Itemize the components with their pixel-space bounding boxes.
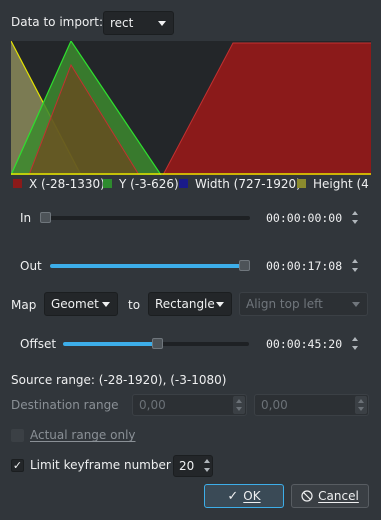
in-timecode[interactable]: 00:00:00:00 <box>266 211 342 225</box>
limit-keyframe-label[interactable]: Limit keyframe number <box>30 458 171 472</box>
legend-x: X (-28-1330) <box>29 177 105 191</box>
import-combo-value: rect <box>110 16 134 30</box>
out-slider-fill <box>50 264 248 268</box>
offset-slider-fill <box>63 342 156 346</box>
cancel-circle-icon <box>301 490 313 502</box>
legend-width: Width (727-1920) <box>195 177 301 191</box>
spin-arrows-icon[interactable] <box>203 457 211 475</box>
legend-swatch-width <box>179 179 188 188</box>
cancel-label: Cancel <box>318 489 359 503</box>
align-combo[interactable]: Align top left <box>239 292 368 316</box>
in-slider[interactable] <box>42 216 250 220</box>
chevron-down-icon <box>352 302 360 307</box>
destination-min-field[interactable]: 0,00 <box>132 394 247 416</box>
import-combo[interactable]: rect <box>103 11 174 35</box>
check-icon: ✓ <box>227 488 239 504</box>
legend-swatch-height <box>297 179 306 188</box>
map-label: Map <box>11 298 37 312</box>
import-label: Data to import: <box>11 15 103 29</box>
out-spin-arrows[interactable] <box>351 257 359 275</box>
keyframe-chart <box>11 41 371 175</box>
legend-y: Y (-3-626) <box>119 177 179 191</box>
chevron-down-icon <box>216 302 224 307</box>
limit-keyframe-spinbox[interactable]: 20 <box>173 455 213 477</box>
cancel-button[interactable]: Cancel <box>291 484 369 508</box>
chevron-down-icon <box>102 302 110 307</box>
offset-timecode[interactable]: 00:00:45:20 <box>266 337 342 351</box>
in-slider-handle[interactable] <box>40 212 51 223</box>
align-value: Align top left <box>246 297 323 311</box>
offset-slider-handle[interactable] <box>152 338 163 349</box>
in-spin-arrows[interactable] <box>351 209 359 227</box>
out-slider-handle[interactable] <box>239 260 250 271</box>
legend-swatch-y <box>103 179 112 188</box>
out-timecode[interactable]: 00:00:17:08 <box>266 259 342 273</box>
map-target-combo[interactable]: Rectangle <box>148 292 232 316</box>
map-target-value: Rectangle <box>155 297 215 311</box>
out-slider[interactable] <box>50 264 248 268</box>
check-icon: ✓ <box>12 459 23 472</box>
map-source-combo[interactable]: Geomet <box>44 292 118 316</box>
in-label: In <box>20 211 32 225</box>
actual-range-label[interactable]: Actual range only <box>30 428 136 442</box>
limit-keyframe-checkbox[interactable]: ✓ <box>11 459 24 472</box>
legend-height: Height (4 <box>313 177 369 191</box>
destination-label: Destination range <box>11 398 119 412</box>
out-label: Out <box>20 259 42 273</box>
offset-label: Offset <box>20 337 57 351</box>
map-source-value: Geomet <box>51 297 99 311</box>
offset-spin-arrows[interactable] <box>351 335 359 353</box>
map-to-label: to <box>128 298 141 312</box>
actual-range-checkbox[interactable] <box>11 429 24 442</box>
source-range: Source range: (-28-1920), (-3-1080) <box>11 373 227 387</box>
ok-button[interactable]: ✓ OK <box>204 484 284 508</box>
spin-arrows-icon[interactable] <box>233 396 245 414</box>
legend-swatch-x <box>13 179 22 188</box>
destination-max-field[interactable]: 0,00 <box>254 394 369 416</box>
chevron-down-icon <box>158 21 166 26</box>
ok-label: OK <box>243 489 261 503</box>
spin-arrows-icon[interactable] <box>355 396 367 414</box>
